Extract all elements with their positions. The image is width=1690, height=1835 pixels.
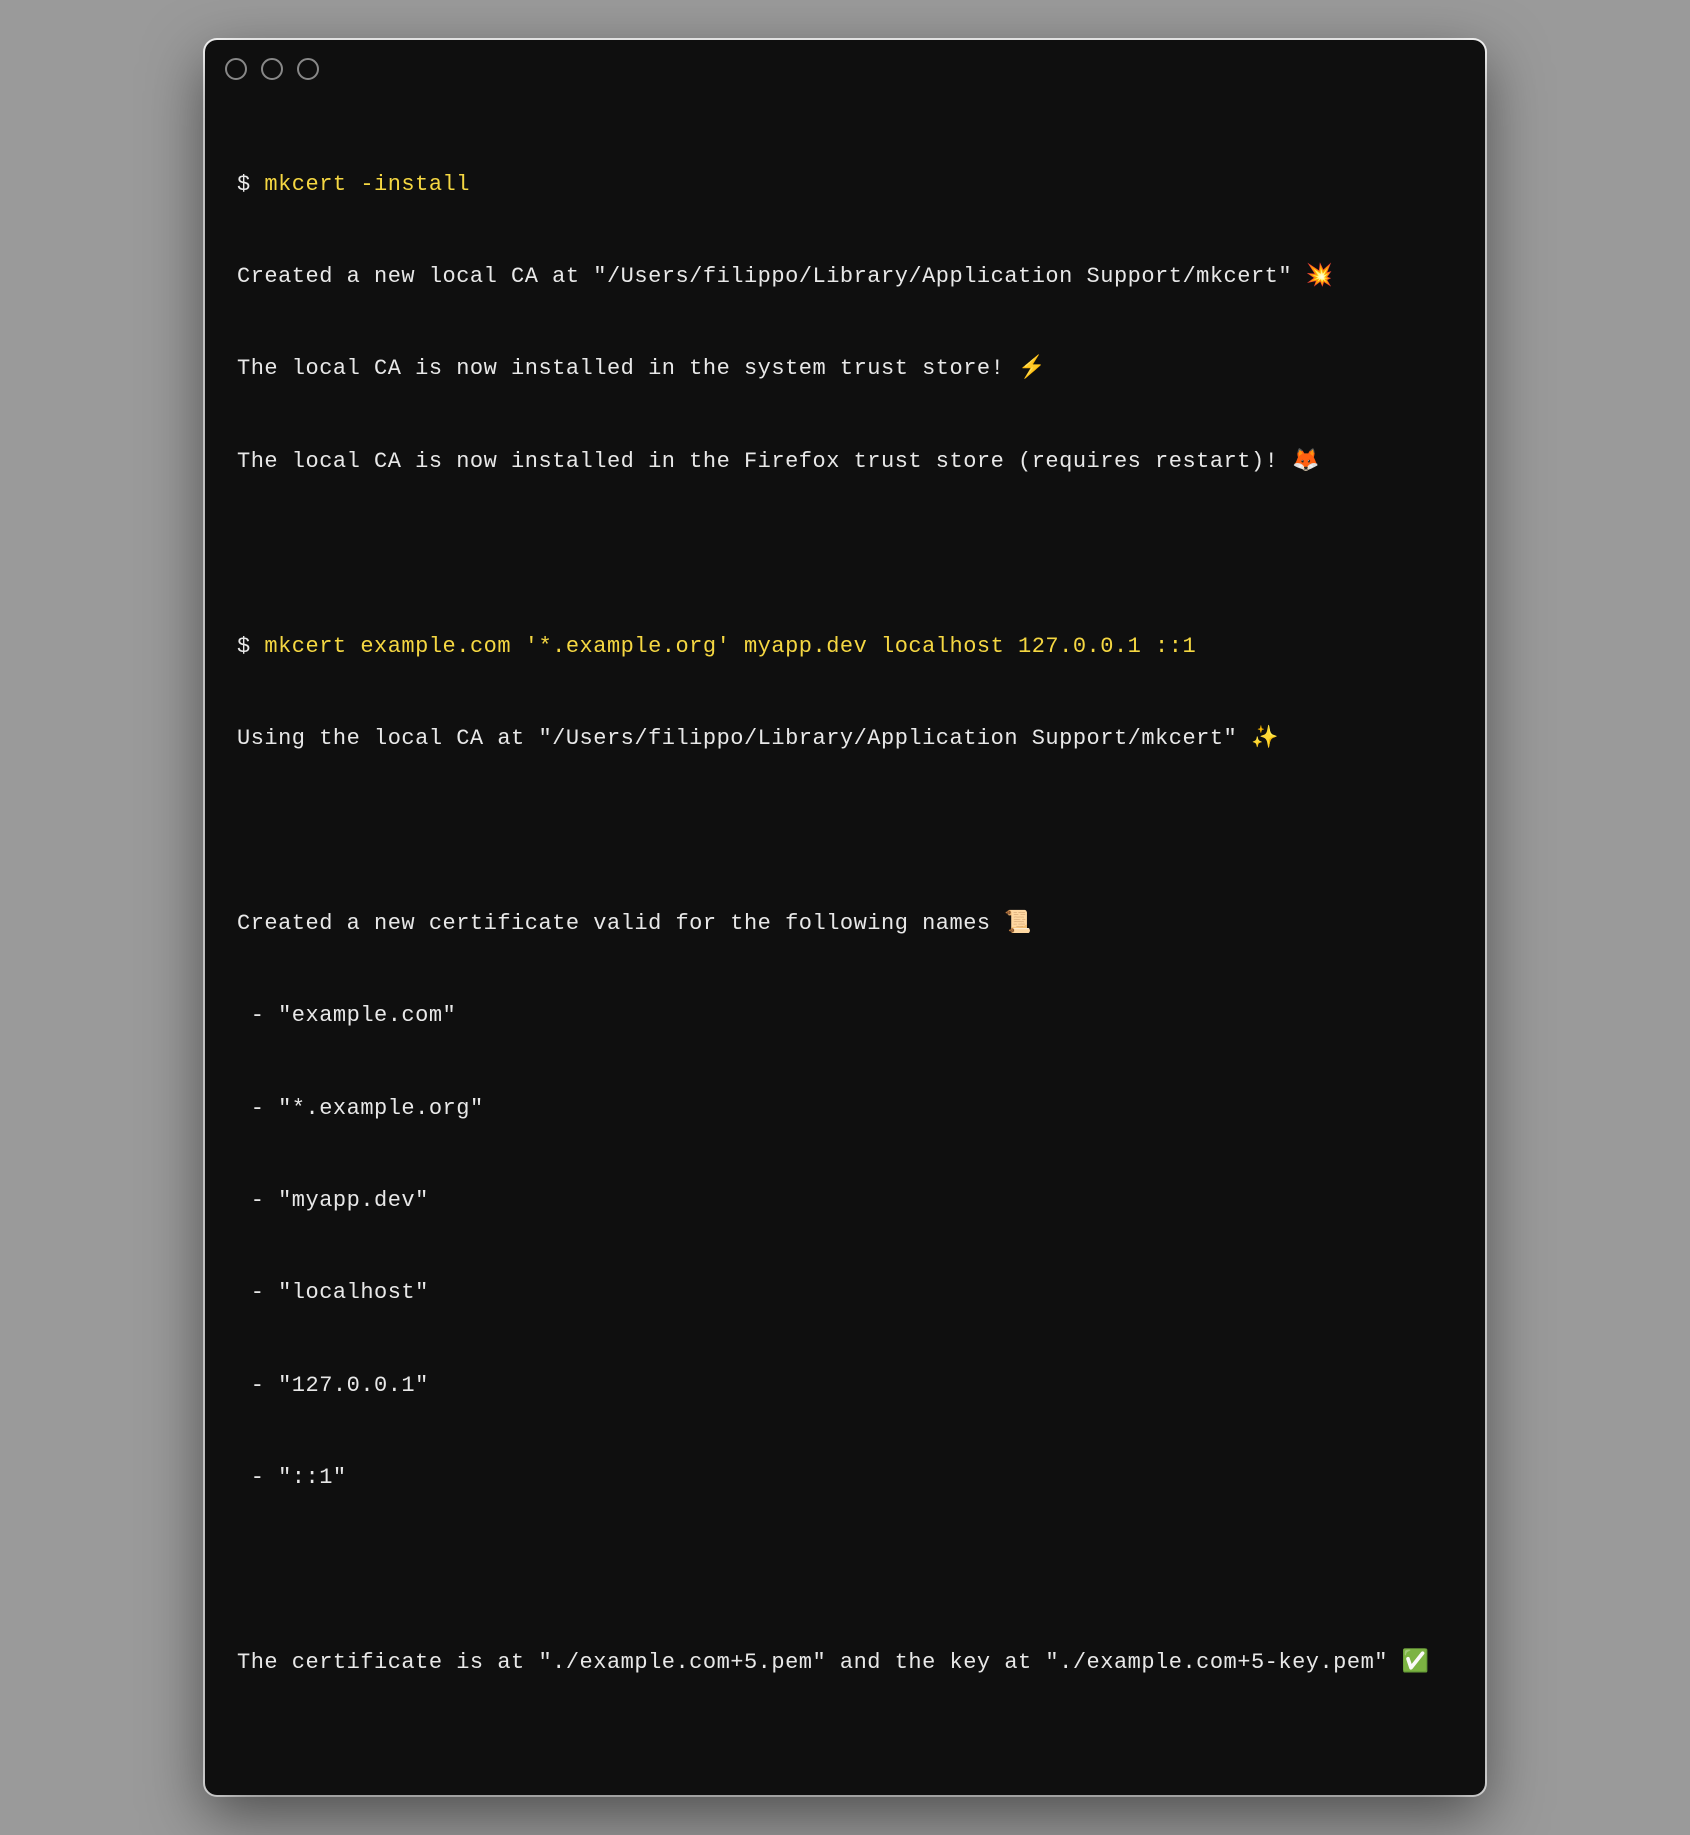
close-icon[interactable]: [225, 58, 247, 80]
prompt: $: [237, 172, 264, 197]
command-text: mkcert example.com '*.example.org' myapp…: [264, 634, 1196, 659]
cert-name-item: - "*.example.org": [237, 1094, 1453, 1125]
cert-name-item: - "example.com": [237, 1001, 1453, 1032]
maximize-icon[interactable]: [297, 58, 319, 80]
blank-line: [237, 539, 1453, 570]
output-line: Created a new certificate valid for the …: [237, 909, 1453, 940]
blank-line: [237, 1555, 1453, 1586]
cert-name-item: - "myapp.dev": [237, 1186, 1453, 1217]
blank-line: [237, 816, 1453, 847]
output-line: Created a new local CA at "/Users/filipp…: [237, 262, 1453, 293]
prompt: $: [237, 634, 264, 659]
command-text: mkcert -install: [264, 172, 470, 197]
output-line: The local CA is now installed in the sys…: [237, 354, 1453, 385]
output-result: The certificate is at "./example.com+5.p…: [237, 1648, 1453, 1679]
output-line: Using the local CA at "/Users/filippo/Li…: [237, 724, 1453, 755]
cert-name-item: - "localhost": [237, 1278, 1453, 1309]
command-line-2: $ mkcert example.com '*.example.org' mya…: [237, 632, 1453, 663]
cert-name-item: - "::1": [237, 1463, 1453, 1494]
cert-name-item: - "127.0.0.1": [237, 1371, 1453, 1402]
terminal-body[interactable]: $ mkcert -install Created a new local CA…: [205, 80, 1485, 1795]
window-titlebar: [205, 40, 1485, 80]
minimize-icon[interactable]: [261, 58, 283, 80]
terminal-window: $ mkcert -install Created a new local CA…: [205, 40, 1485, 1795]
output-line: The local CA is now installed in the Fir…: [237, 447, 1453, 478]
command-line-1: $ mkcert -install: [237, 170, 1453, 201]
